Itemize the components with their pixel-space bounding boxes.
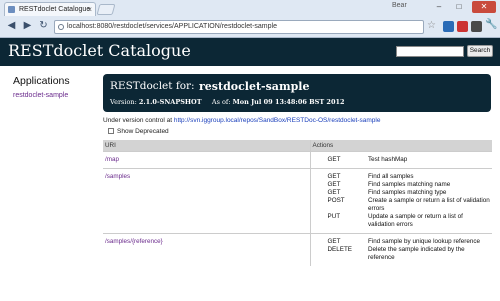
show-deprecated-toggle[interactable]: Show Deprecated xyxy=(108,128,169,135)
banner-label: RESTdoclet for: xyxy=(110,80,195,92)
uri-link[interactable]: /map xyxy=(105,156,119,163)
show-deprecated-checkbox[interactable] xyxy=(108,128,114,134)
address-bar[interactable]: localhost:8080/restdoclet/services/APPLI… xyxy=(54,20,424,34)
action-description: Test hashMap xyxy=(354,150,492,168)
uri-cell: /map xyxy=(103,150,311,168)
globe-icon xyxy=(58,24,64,30)
sidebar-title: Applications xyxy=(13,75,70,87)
new-tab-button[interactable] xyxy=(96,4,116,15)
site-header: RESTdoclet Catalogue Search xyxy=(0,38,500,66)
action-description: Find samples matching type xyxy=(368,188,447,196)
action-description: Find samples matching name xyxy=(368,180,451,188)
action-description: Find all samples xyxy=(354,167,492,181)
uri-cell: /samples xyxy=(103,167,311,233)
api-table: URI Actions /map GET Test hashMap/samples G… xyxy=(103,140,492,266)
table-row: /samples GET Find all samples xyxy=(103,167,492,233)
site-title[interactable]: RESTdoclet Catalogue xyxy=(8,41,191,60)
http-method: GET xyxy=(327,180,341,188)
table-row: /map GET Test hashMap xyxy=(103,150,492,168)
http-method: GET xyxy=(310,232,354,246)
uri-link[interactable]: /samples xyxy=(105,173,130,180)
version-control-prefix: Under version control at xyxy=(103,117,173,124)
wrench-icon[interactable]: 🔧 xyxy=(485,19,497,30)
uri-column-header: URI xyxy=(103,140,311,151)
page-favicon-icon xyxy=(8,6,15,13)
search-input[interactable] xyxy=(396,46,464,57)
version-control-link[interactable]: http://svn.iggroup.local/repos/SandBox/R… xyxy=(174,117,381,124)
tab-close-icon[interactable]: × xyxy=(87,3,92,16)
reload-icon[interactable]: ↻ xyxy=(36,19,51,34)
http-method: DELETE xyxy=(327,245,353,253)
asof-value: Mon Jul 09 13:48:06 BST 2012 xyxy=(232,98,345,106)
tab-title: RESTdoclet Catalogue xyxy=(19,6,91,13)
minimize-icon[interactable]: – xyxy=(430,1,448,13)
window-user-label: Bear xyxy=(392,2,407,9)
http-method: GET xyxy=(310,150,354,168)
table-row: /samples/{reference} GET Find sample by un… xyxy=(103,232,492,266)
http-method: POST xyxy=(327,196,345,204)
forward-icon[interactable]: ▶ xyxy=(20,19,35,34)
action-description: Update a sample or return a list of vali… xyxy=(368,212,463,228)
browser-chrome: RESTdoclet Catalogue × Bear – □ ✕ ◀ ▶ ↻ … xyxy=(0,0,500,38)
address-bar-url: localhost:8080/restdoclet/services/APPLI… xyxy=(67,23,277,30)
http-method: PUT xyxy=(327,212,341,220)
sidebar-item-restdoclet-sample[interactable]: restdoclet-sample xyxy=(13,92,68,99)
action-description: Delete the sample indicated by the refer… xyxy=(368,245,465,261)
application-name: restdoclet-sample xyxy=(199,80,310,93)
uri-link[interactable]: /samples/{reference} xyxy=(105,238,163,245)
asof-label: As of: xyxy=(211,98,231,106)
http-method: GET xyxy=(327,188,341,196)
extension-icon[interactable] xyxy=(443,21,454,32)
table-header-row: URI Actions xyxy=(103,140,492,151)
show-deprecated-label: Show Deprecated xyxy=(117,128,169,135)
bookmark-star-icon[interactable]: ☆ xyxy=(427,20,436,31)
maximize-icon[interactable]: □ xyxy=(450,1,468,13)
search-button[interactable]: Search xyxy=(467,45,493,57)
action-description: Create a sample or return a list of vali… xyxy=(368,196,490,212)
extension-dark-icon[interactable] xyxy=(471,21,482,32)
back-icon[interactable]: ◀ xyxy=(4,19,19,34)
uri-cell: /samples/{reference} xyxy=(103,232,311,266)
application-banner: RESTdoclet for: restdoclet-sample Versio… xyxy=(103,74,491,112)
browser-tab[interactable]: RESTdoclet Catalogue × xyxy=(4,2,96,16)
version-label: Version: xyxy=(110,98,137,106)
http-method: GET xyxy=(310,167,354,181)
banner-meta: Version: 2.1.0-SNAPSHOT As of: Mon Jul 0… xyxy=(110,98,345,106)
extension-red-icon[interactable] xyxy=(457,21,468,32)
actions-column-header: Actions xyxy=(310,140,492,151)
version-value: 2.1.0-SNAPSHOT xyxy=(138,98,202,106)
version-control-line: Under version control at http://svn.iggr… xyxy=(103,117,380,124)
action-description: Find sample by unique lookup reference xyxy=(354,232,492,246)
window-close-icon[interactable]: ✕ xyxy=(472,1,496,13)
